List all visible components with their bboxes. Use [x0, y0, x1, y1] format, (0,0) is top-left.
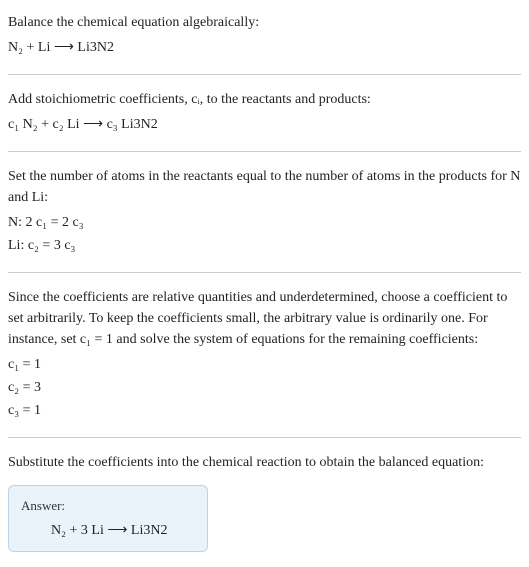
section-atom-balance: Set the number of atoms in the reactants… — [8, 162, 521, 262]
coeff-c1: c₁ = 1 — [8, 354, 521, 375]
answer-box: Answer: N₂ + 3 Li ⟶ Li3N2 — [8, 485, 208, 552]
stoich-title: Add stoichiometric coefficients, cᵢ, to … — [8, 89, 521, 110]
section-stoichiometric: Add stoichiometric coefficients, cᵢ, to … — [8, 85, 521, 141]
atom-balance-title: Set the number of atoms in the reactants… — [8, 166, 521, 208]
substitute-title: Substitute the coefficients into the che… — [8, 452, 521, 473]
divider — [8, 437, 521, 438]
atom-balance-n: N: 2 c₁ = 2 c₃ — [8, 212, 521, 233]
divider — [8, 74, 521, 75]
coeff-c2: c₂ = 3 — [8, 377, 521, 398]
answer-label: Answer: — [21, 496, 195, 516]
stoich-equation: c₁ N₂ + c₂ Li ⟶ c₃ Li3N2 — [8, 114, 521, 135]
coeff-c3: c₃ = 1 — [8, 400, 521, 421]
divider — [8, 151, 521, 152]
answer-equation: N₂ + 3 Li ⟶ Li3N2 — [21, 520, 195, 541]
problem-title: Balance the chemical equation algebraica… — [8, 12, 521, 33]
solve-title: Since the coefficients are relative quan… — [8, 287, 521, 350]
section-substitute: Substitute the coefficients into the che… — [8, 448, 521, 556]
atom-balance-li: Li: c₂ = 3 c₃ — [8, 235, 521, 256]
section-problem: Balance the chemical equation algebraica… — [8, 8, 521, 64]
problem-equation: N₂ + Li ⟶ Li3N2 — [8, 37, 521, 58]
divider — [8, 272, 521, 273]
section-solve: Since the coefficients are relative quan… — [8, 283, 521, 427]
